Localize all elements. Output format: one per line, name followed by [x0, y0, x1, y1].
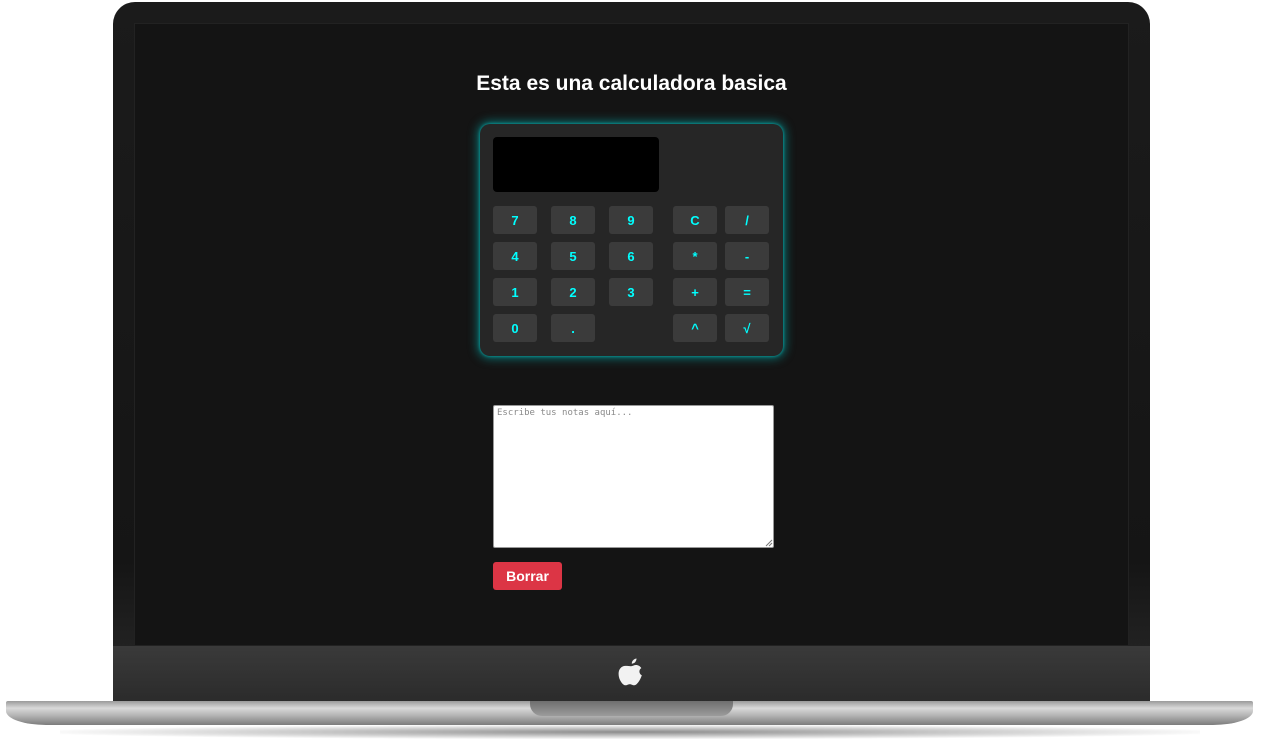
key-add[interactable]: +: [673, 278, 717, 306]
key-5[interactable]: 5: [551, 242, 595, 270]
laptop-notch: [530, 701, 733, 716]
key-3[interactable]: 3: [609, 278, 653, 306]
calculator-display: [493, 137, 659, 192]
key-4[interactable]: 4: [493, 242, 537, 270]
key-9[interactable]: 9: [609, 206, 653, 234]
key-divide[interactable]: /: [725, 206, 769, 234]
key-2[interactable]: 2: [551, 278, 595, 306]
key-sqrt[interactable]: √: [725, 314, 769, 342]
key-0[interactable]: 0: [493, 314, 537, 342]
key-decimal[interactable]: .: [551, 314, 595, 342]
resize-grip-icon[interactable]: [765, 539, 773, 547]
apple-logo-icon: [618, 658, 642, 686]
key-multiply[interactable]: *: [673, 242, 717, 270]
key-8[interactable]: 8: [551, 206, 595, 234]
key-clear[interactable]: C: [673, 206, 717, 234]
key-6[interactable]: 6: [609, 242, 653, 270]
key-subtract[interactable]: -: [725, 242, 769, 270]
calculator: 7 8 9 C / 4 5 6 * - 1 2 3 + = 0 . ^ √: [480, 124, 783, 356]
laptop-shadow: [60, 725, 1200, 739]
notes-textarea[interactable]: [493, 405, 774, 548]
page-title: Esta es una calculadora basica: [476, 72, 787, 95]
key-1[interactable]: 1: [493, 278, 537, 306]
key-equals[interactable]: =: [725, 278, 769, 306]
key-power[interactable]: ^: [673, 314, 717, 342]
clear-notes-button[interactable]: Borrar: [493, 562, 562, 590]
key-7[interactable]: 7: [493, 206, 537, 234]
